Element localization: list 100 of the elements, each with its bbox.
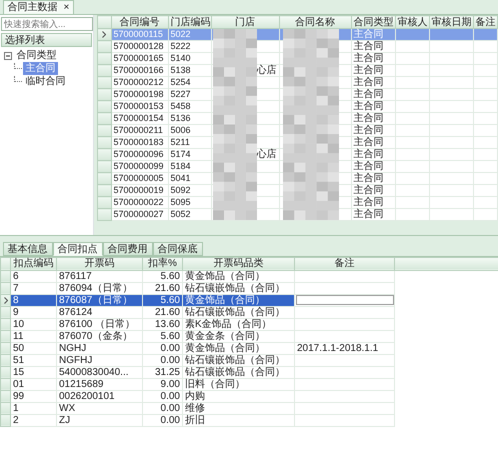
tab[interactable]: 合同保底	[152, 242, 202, 256]
table-cell: 主合同	[351, 148, 395, 160]
table-cell: 5458	[168, 100, 211, 112]
table-cell: 5136	[168, 112, 211, 124]
table-cell: 主合同	[351, 112, 395, 124]
table-cell: 7	[10, 282, 56, 294]
table-cell: 9	[10, 306, 56, 318]
table-cell: 876070（金条）	[56, 330, 142, 342]
table-cell: 01	[10, 378, 56, 390]
column-header[interactable]: 合同编号	[111, 16, 168, 28]
table-cell: 钻石镶嵌饰品（合同）	[182, 306, 294, 318]
table-cell: 0.00	[142, 354, 182, 366]
table-cell: 5700000154	[111, 112, 168, 124]
table-cell: 主合同	[351, 52, 395, 64]
table-cell: 5700000211	[111, 124, 168, 136]
collapse-icon[interactable]	[4, 52, 12, 60]
table-cell: 主合同	[351, 76, 395, 88]
table-cell: 0.00	[142, 390, 182, 402]
table-cell: 维修	[182, 402, 294, 414]
tab[interactable]: 合同费用	[102, 242, 152, 256]
table-cell: WX	[56, 402, 142, 414]
table-cell: 5041	[168, 172, 211, 184]
table-cell: 5254	[168, 76, 211, 88]
column-header[interactable]: 扣点编码	[10, 257, 56, 270]
tab[interactable]: 合同扣点	[52, 242, 102, 256]
table-cell: 8	[10, 294, 56, 306]
table-cell: 5700000198	[111, 88, 168, 100]
table-cell: 5227	[168, 88, 211, 100]
table-cell: NGHJ	[56, 342, 142, 354]
table-cell: 主合同	[351, 100, 395, 112]
table-cell: 5140	[168, 52, 211, 64]
table-cell: 主合同	[351, 64, 395, 76]
table-cell: 21.60	[142, 306, 182, 318]
table-cell: 5.60	[142, 330, 182, 342]
search-field[interactable]: 快速搜索输入...	[1, 17, 93, 31]
table-cell: 5092	[168, 184, 211, 196]
row-header[interactable]	[97, 28, 111, 40]
table-cell: 0026200101	[56, 390, 142, 402]
table-cell: 5095	[168, 196, 211, 208]
table-cell: 黄金饰品（合同）	[182, 342, 294, 354]
table-cell: 主合同	[351, 124, 395, 136]
table-cell: 5700000166	[111, 64, 168, 76]
table-cell: 50	[10, 342, 56, 354]
table-cell: 13.60	[142, 318, 182, 330]
table-cell: 0.00	[142, 342, 182, 354]
column-header[interactable]: 合同名称	[279, 16, 351, 28]
table-cell: NGFHJ	[56, 354, 142, 366]
column-header[interactable]: 扣率%	[142, 257, 182, 270]
document-tab[interactable]: 合同主数据 ×	[2, 0, 74, 14]
table-cell: 旧料（合同）	[182, 378, 294, 390]
close-button[interactable]: ×	[64, 2, 70, 14]
column-header[interactable]: 门店	[211, 16, 279, 28]
table-cell: 51	[10, 354, 56, 366]
table-cell: 2	[10, 414, 56, 426]
column-header[interactable]: 合同类型	[351, 16, 395, 28]
column-header[interactable]: 开票码品类	[182, 257, 294, 270]
table-cell: 99	[10, 390, 56, 402]
table-cell: 2017.1.1-2018.1.1	[294, 342, 394, 354]
table-cell: 5006	[168, 124, 211, 136]
table-cell: 5052	[168, 208, 211, 220]
table-cell: 5700000153	[111, 100, 168, 112]
table-cell: 黄金饰品（合同）	[182, 270, 294, 282]
table-cell: 黄金金条（合同）	[182, 330, 294, 342]
table-cell: 1	[10, 402, 56, 414]
table-cell: 心店	[256, 65, 276, 76]
column-header[interactable]: 审核日期	[429, 16, 473, 28]
table-cell: 876117	[56, 270, 142, 282]
tree-item[interactable]: 合同类型	[14, 49, 59, 62]
table-cell: 15	[10, 366, 56, 378]
table-cell: 876124	[56, 306, 142, 318]
table-cell: 5700000027	[111, 208, 168, 220]
column-header[interactable]: 门店编码	[168, 16, 211, 28]
table-cell: 5211	[168, 136, 211, 148]
list-header[interactable]: 选择列表	[1, 33, 92, 47]
tab[interactable]: 基本信息	[2, 242, 52, 256]
table-cell: 内购	[182, 390, 294, 402]
table-cell: ZJ	[56, 414, 142, 426]
column-header	[97, 16, 111, 28]
table-cell: 5700000183	[111, 136, 168, 148]
column-header[interactable]: 审核人	[395, 16, 429, 28]
table-cell: 876094（日常）	[56, 282, 142, 294]
row-header[interactable]	[0, 294, 10, 306]
table-cell: 主合同	[351, 208, 395, 220]
table-cell: 5184	[168, 160, 211, 172]
column-header[interactable]: 备注	[294, 257, 394, 270]
table-cell: 5700000128	[111, 40, 168, 52]
table-cell: 5700000022	[111, 196, 168, 208]
tree-item[interactable]: 临时合同	[23, 75, 68, 88]
table-cell: 主合同	[351, 160, 395, 172]
column-header[interactable]: 备注	[473, 16, 497, 28]
current-row-icon	[102, 31, 106, 38]
table-cell: 876100 （日常）	[56, 318, 142, 330]
column-header[interactable]: 开票码	[56, 257, 142, 270]
table-cell: 钻石镶嵌饰品（合同）	[182, 366, 294, 378]
table-cell: 钻石镶嵌饰品（合同）	[182, 354, 294, 366]
table-cell: 主合同	[351, 196, 395, 208]
table-cell: 主合同	[351, 40, 395, 52]
table-cell: 5.60	[142, 270, 182, 282]
table-cell: 5700000212	[111, 76, 168, 88]
table-cell: 5022	[168, 28, 211, 40]
